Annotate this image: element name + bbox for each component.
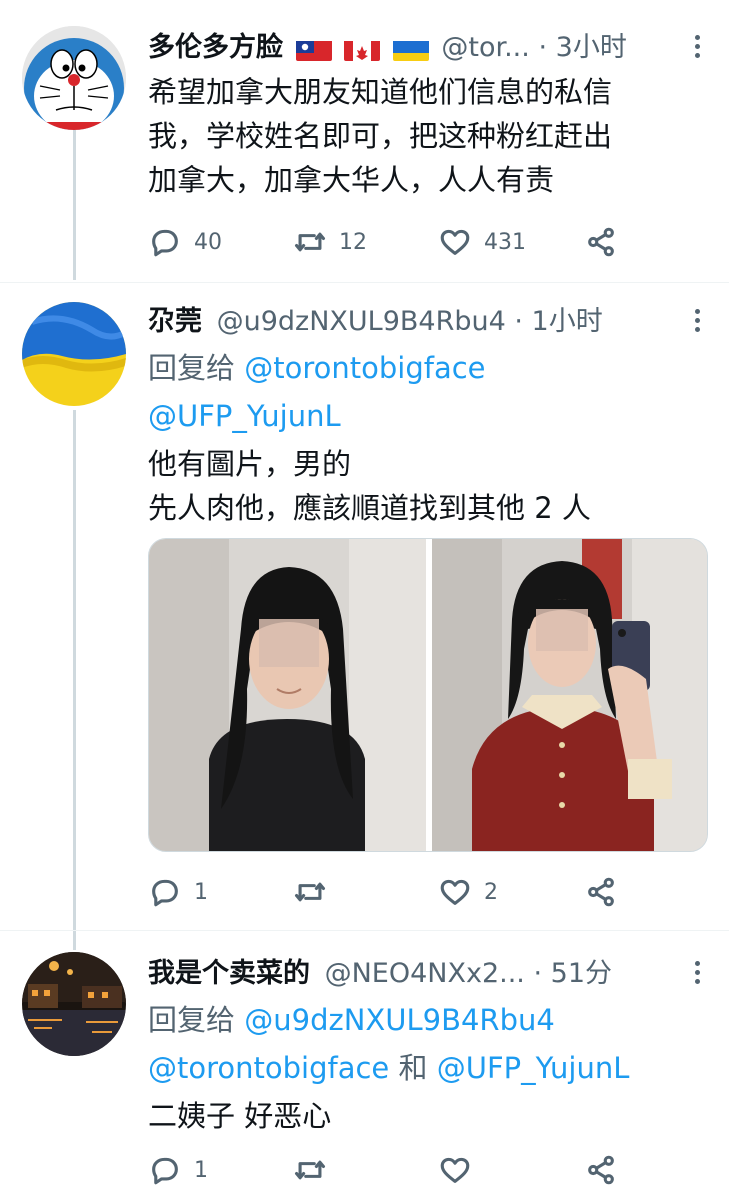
person-photo xyxy=(149,539,426,851)
person-photo xyxy=(432,539,707,851)
avatar[interactable] xyxy=(22,26,126,130)
reply-count: 40 xyxy=(194,229,222,255)
tweet-header: 多伦多方脸 @tor... · 3小时 xyxy=(148,28,705,68)
like-count: 2 xyxy=(484,879,498,905)
reply-count: 1 xyxy=(194,1157,208,1183)
user-handle[interactable]: @tor... xyxy=(441,32,529,63)
tweet[interactable]: 我是个卖菜的 @NEO4NXx2... · 51分 回复给 @u9dzNXUL9… xyxy=(0,930,729,1200)
tweet-header: 我是个卖菜的 @NEO4NXx2... · 51分 xyxy=(148,954,705,994)
reply-context: 回复给 @torontobigface @UFP_YujunL xyxy=(148,344,705,440)
tweet-text-line: 二姨子 好恶心 xyxy=(148,1099,332,1133)
like-count: 431 xyxy=(484,229,526,255)
reply-icon xyxy=(152,879,178,907)
taiwan-flag-icon xyxy=(295,37,332,61)
reply-icon xyxy=(152,229,178,257)
avatar[interactable] xyxy=(22,952,126,1056)
separator-dot: · xyxy=(538,32,548,63)
mention-link[interactable]: @UFP_YujunL xyxy=(148,399,341,433)
retweet-button[interactable]: 12 xyxy=(293,222,367,262)
separator-dot: · xyxy=(533,958,543,989)
like-button[interactable]: 2 xyxy=(438,872,498,912)
doraemon-avatar-icon xyxy=(22,26,126,130)
flag-emojis xyxy=(295,29,433,69)
share-button[interactable] xyxy=(584,1150,618,1190)
tweet-text-line: 先人肉他，應該順道找到其他 2 人 xyxy=(148,491,591,525)
canada-flag-icon xyxy=(344,37,381,61)
tweet[interactable]: 多伦多方脸 @tor... · 3小时 希望加拿大朋友知道他们信息的私信 我，学… xyxy=(0,0,729,282)
display-name[interactable]: 我是个卖菜的 xyxy=(148,958,310,989)
reply-to-label: 回复给 xyxy=(148,351,236,385)
tweet-text: 他有圖片，男的 先人肉他，應該順道找到其他 2 人 xyxy=(148,442,705,530)
heart-icon xyxy=(440,229,470,255)
display-name[interactable]: 多伦多方脸 xyxy=(148,32,283,63)
share-icon xyxy=(588,1155,614,1185)
night-town-avatar-icon xyxy=(22,952,126,1056)
heart-icon xyxy=(440,879,470,905)
share-button[interactable] xyxy=(584,872,618,912)
reply-button[interactable]: 40 xyxy=(148,222,222,262)
attached-photo[interactable] xyxy=(149,539,426,851)
mention-link[interactable]: @UFP_YujunL xyxy=(437,1051,630,1085)
tweet-actions: 1 2 xyxy=(148,872,705,912)
reply-count: 1 xyxy=(194,879,208,905)
timestamp[interactable]: 3小时 xyxy=(556,32,627,63)
retweet-icon xyxy=(294,1160,326,1180)
separator-dot: · xyxy=(514,306,523,337)
reply-button[interactable]: 1 xyxy=(148,1150,208,1190)
user-handle[interactable]: @NEO4NXx2... xyxy=(325,958,525,989)
share-icon xyxy=(588,877,614,907)
ukraine-flag-avatar-icon xyxy=(22,302,126,406)
timestamp[interactable]: 51分 xyxy=(551,958,612,989)
retweet-icon xyxy=(294,882,326,902)
heart-icon xyxy=(440,1157,470,1183)
retweet-button[interactable] xyxy=(293,1150,339,1190)
retweet-icon xyxy=(294,232,326,252)
media-grid xyxy=(148,538,708,852)
user-handle[interactable]: @u9dzNXUL9B4Rbu4 xyxy=(217,306,506,337)
ukraine-flag-icon xyxy=(392,37,429,61)
tweet-text-line: 希望加拿大朋友知道他们信息的私信 xyxy=(148,75,613,109)
share-icon xyxy=(588,227,614,257)
mention-link[interactable]: @u9dzNXUL9B4Rbu4 xyxy=(244,1003,555,1037)
like-button[interactable] xyxy=(438,1150,484,1190)
reply-icon xyxy=(152,1157,178,1185)
more-options-icon[interactable] xyxy=(689,306,705,336)
display-name[interactable]: 尕莞 xyxy=(148,306,202,337)
reply-and-label: 和 xyxy=(398,1051,428,1085)
reply-context: 回复给 @u9dzNXUL9B4Rbu4 @torontobigface 和 @… xyxy=(148,996,705,1092)
mention-link[interactable]: @torontobigface xyxy=(244,351,485,385)
tweet-header: 尕莞 @u9dzNXUL9B4Rbu4 · 1小时 xyxy=(148,302,705,342)
avatar[interactable] xyxy=(22,302,126,406)
tweet[interactable]: 尕莞 @u9dzNXUL9B4Rbu4 · 1小时 回复给 @torontobi… xyxy=(0,282,729,930)
tweet-text-line: 他有圖片，男的 xyxy=(148,447,352,481)
tweet-actions: 1 xyxy=(148,1150,705,1190)
retweet-count: 12 xyxy=(339,229,367,255)
tweet-text: 希望加拿大朋友知道他们信息的私信 我，学校姓名即可，把这种粉红赶出 加拿大，加拿… xyxy=(148,70,705,202)
tweet-text-line: 我，学校姓名即可，把这种粉红赶出 xyxy=(148,119,613,153)
tweet-text: 二姨子 好恶心 xyxy=(148,1094,705,1138)
share-button[interactable] xyxy=(584,222,618,262)
retweet-button[interactable] xyxy=(293,872,339,912)
tweet-text-line: 加拿大，加拿大华人，人人有责 xyxy=(148,163,555,197)
mention-link[interactable]: @torontobigface xyxy=(148,1051,389,1085)
reply-to-label: 回复给 xyxy=(148,1003,236,1037)
more-options-icon[interactable] xyxy=(689,32,705,62)
timestamp[interactable]: 1小时 xyxy=(532,306,603,337)
tweet-actions: 40 12 431 xyxy=(148,222,705,262)
reply-button[interactable]: 1 xyxy=(148,872,208,912)
more-options-icon[interactable] xyxy=(689,958,705,988)
like-button[interactable]: 431 xyxy=(438,222,526,262)
attached-photo[interactable] xyxy=(432,539,707,851)
